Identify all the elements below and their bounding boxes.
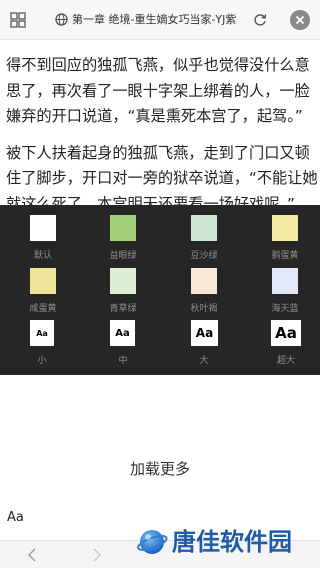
watermark-logo-icon [137, 530, 168, 554]
theme-label: 豆沙绿 [190, 251, 218, 261]
theme-swatch-sky-blue[interactable] [272, 268, 298, 294]
article-paragraph: 得不到回应的独孤飞燕，似乎也觉得没什么意思了，再次看了一眼十字架上绑着的人，一脸… [6, 56, 310, 125]
page-title[interactable]: 第一章 绝境-重生嫡女巧当家-YJ紫 [72, 11, 244, 29]
font-settings-toggle[interactable]: Aa [7, 510, 24, 525]
font-size-medium-button[interactable]: Aa [110, 320, 135, 346]
theme-row: 咸蛋黄 青草绿 秋叶褐 海天蓝 [0, 268, 320, 318]
font-size-row: Aa 小 Aa 中 Aa 大 Aa 超大 [0, 320, 320, 370]
theme-swatch-eye-green[interactable] [110, 215, 136, 241]
theme-label: 秋叶褐 [190, 304, 218, 314]
font-size-label: 小 [37, 356, 47, 366]
reading-settings-panel: 默认 益眼绿 豆沙绿 鹅蛋黄 咸蛋黄 青草绿 秋叶褐 海天蓝 Aa 小 Aa 中… [0, 205, 320, 375]
font-size-xlarge-button[interactable]: Aa [271, 320, 301, 346]
theme-swatch-egg-yellow[interactable] [272, 215, 298, 241]
theme-label: 海天蓝 [271, 304, 299, 314]
watermark: 唐佳软件园 [134, 524, 320, 564]
theme-swatch-grass-green[interactable] [110, 268, 136, 294]
font-size-large-button[interactable]: Aa [191, 320, 218, 346]
theme-swatch-autumn-brown[interactable] [191, 268, 217, 294]
grid-icon[interactable] [10, 12, 26, 28]
refresh-icon[interactable] [253, 13, 267, 27]
load-more-button[interactable]: 加载更多 [0, 458, 320, 479]
font-size-label: 中 [118, 356, 128, 366]
theme-label: 鹅蛋黄 [271, 251, 299, 261]
theme-label: 青草绿 [109, 304, 137, 314]
theme-label: 咸蛋黄 [29, 304, 57, 314]
theme-label: 默认 [33, 251, 52, 261]
top-bar: 第一章 绝境-重生嫡女巧当家-YJ紫 [0, 0, 320, 40]
theme-row: 默认 益眼绿 豆沙绿 鹅蛋黄 [0, 215, 320, 265]
watermark-text: 唐佳软件园 [172, 528, 292, 556]
forward-arrow-icon[interactable] [90, 547, 104, 563]
font-size-small-button[interactable]: Aa [30, 320, 54, 346]
theme-swatch-bean-green[interactable] [191, 215, 217, 241]
theme-swatch-default[interactable] [30, 215, 56, 241]
theme-swatch-salted-yolk[interactable] [30, 268, 56, 294]
font-size-label: 超大 [276, 356, 295, 366]
theme-label: 益眼绿 [109, 251, 137, 261]
article-body: 得不到回应的独孤飞燕，似乎也觉得没什么意思了，再次看了一眼十字架上绑着的人，一脸… [6, 53, 318, 217]
back-arrow-icon[interactable] [25, 547, 39, 563]
globe-icon [55, 13, 68, 26]
font-size-label: 大 [199, 356, 209, 366]
close-icon[interactable] [290, 10, 310, 30]
